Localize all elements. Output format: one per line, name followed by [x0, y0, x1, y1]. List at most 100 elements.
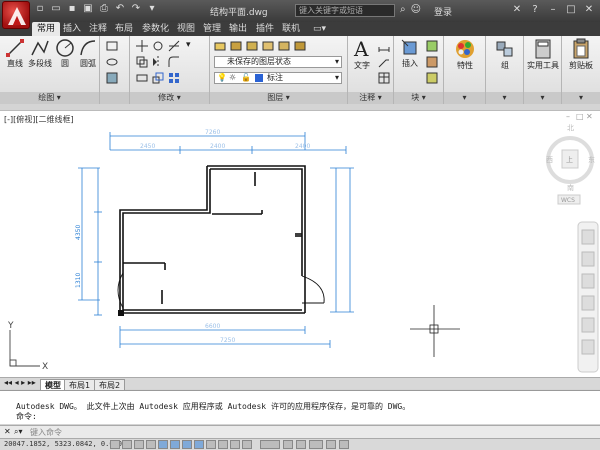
- move-icon[interactable]: [136, 40, 148, 52]
- ribbon-minimize-icon[interactable]: ▭▾: [308, 22, 331, 36]
- annotation-scale-button[interactable]: [309, 440, 323, 449]
- model-space-button[interactable]: [260, 440, 280, 449]
- tab-manage[interactable]: 管理: [198, 22, 226, 36]
- login-link[interactable]: 登录: [434, 5, 452, 18]
- layer-isolate-icon[interactable]: [246, 40, 258, 52]
- undo-icon[interactable]: ↶: [114, 3, 126, 15]
- fillet-icon[interactable]: [168, 56, 180, 68]
- minimize-icon[interactable]: –: [546, 3, 560, 16]
- rotate-icon[interactable]: [152, 40, 164, 52]
- viewcube[interactable]: 上 北 西 东 南 WCS: [546, 124, 595, 205]
- properties-panel-title[interactable]: ▾: [444, 92, 485, 104]
- close-icon[interactable]: ✕: [582, 3, 596, 16]
- lineweight-toggle[interactable]: [230, 440, 240, 449]
- edit-block-icon[interactable]: [426, 56, 438, 68]
- tab-nav-arrows-icon[interactable]: ◂◂ ◂ ▸ ▸▸: [4, 378, 36, 387]
- polar-toggle[interactable]: [158, 440, 168, 449]
- utilities-tool[interactable]: 实用工具: [524, 38, 562, 71]
- annotation-panel-title[interactable]: 注释 ▾: [348, 92, 393, 104]
- modify-panel-title[interactable]: 修改 ▾: [130, 92, 209, 104]
- scale-icon[interactable]: [152, 72, 164, 84]
- properties-tool[interactable]: 特性: [450, 38, 480, 71]
- quick-view-layouts-button[interactable]: [283, 440, 293, 449]
- 3d-osnap-toggle[interactable]: [182, 440, 192, 449]
- arc-tool[interactable]: 圆弧: [78, 38, 98, 69]
- help-search-input[interactable]: 键入关键字或短语: [295, 4, 395, 17]
- utilities-panel-title[interactable]: ▾: [524, 92, 561, 104]
- exchange-icon[interactable]: ✕: [510, 3, 524, 16]
- plot-icon[interactable]: ⎙: [98, 3, 110, 15]
- hatch-icon[interactable]: [106, 72, 118, 84]
- dyn-toggle[interactable]: [218, 440, 228, 449]
- dimension-icon[interactable]: [378, 40, 390, 52]
- tab-online[interactable]: 联机: [277, 22, 305, 36]
- layer-properties-icon[interactable]: [214, 40, 226, 52]
- user-icon[interactable]: ☺: [411, 4, 421, 15]
- tab-output[interactable]: 输出: [224, 22, 252, 36]
- maximize-icon[interactable]: □: [564, 3, 578, 16]
- quick-view-drawings-button[interactable]: [296, 440, 306, 449]
- block-panel-title[interactable]: 块 ▾: [394, 92, 443, 104]
- tab-home[interactable]: 常用: [32, 22, 61, 36]
- trim-icon[interactable]: [168, 40, 180, 52]
- ducs-toggle[interactable]: [206, 440, 216, 449]
- search-icon[interactable]: ⌕: [400, 4, 406, 15]
- modify-dropdown-icon[interactable]: ▾: [186, 40, 198, 52]
- layer-off-icon[interactable]: [278, 40, 290, 52]
- open-file-icon[interactable]: ▭: [50, 3, 62, 15]
- block-attributes-icon[interactable]: [426, 72, 438, 84]
- tab-insert[interactable]: 插入: [58, 22, 86, 36]
- snap-toggle[interactable]: [122, 440, 132, 449]
- close-command-icon[interactable]: ✕: [4, 427, 11, 436]
- infer-constraints-toggle[interactable]: [110, 440, 120, 449]
- transparency-toggle[interactable]: [242, 440, 252, 449]
- clipboard-tool[interactable]: 剪贴板: [562, 38, 600, 71]
- application-menu-button[interactable]: [2, 1, 30, 29]
- grid-toggle[interactable]: [134, 440, 144, 449]
- current-layer-dropdown[interactable]: 💡 ☼ 🔓 标注 ▾: [214, 72, 342, 84]
- line-tool[interactable]: 直线: [4, 38, 26, 69]
- layer-freeze-icon[interactable]: [262, 40, 274, 52]
- layers-panel-title[interactable]: 图层 ▾: [210, 92, 347, 104]
- floor-plan-drawing[interactable]: 7260 2450 2400 2400 6600 7250 4350 1310: [0, 110, 600, 378]
- save-icon[interactable]: ▪: [66, 3, 78, 15]
- redo-icon[interactable]: ↷: [130, 3, 142, 15]
- help-icon[interactable]: ?: [528, 3, 542, 16]
- table-icon[interactable]: [378, 72, 390, 84]
- ortho-toggle[interactable]: [146, 440, 156, 449]
- insert-block-tool[interactable]: 插入: [398, 38, 422, 69]
- copy-icon[interactable]: [136, 56, 148, 68]
- tab-view[interactable]: 视图: [172, 22, 200, 36]
- navigation-bar[interactable]: [577, 221, 599, 373]
- array-icon[interactable]: [168, 72, 180, 84]
- layer-state-dropdown[interactable]: 未保存的图层状态 ▾: [214, 56, 342, 68]
- draw-panel-title[interactable]: 绘图 ▾: [0, 92, 99, 104]
- text-tool[interactable]: A 文字: [350, 38, 374, 71]
- circle-tool[interactable]: 圆: [55, 38, 75, 69]
- new-file-icon[interactable]: ▫: [34, 3, 46, 15]
- tab-parametric[interactable]: 参数化: [137, 22, 174, 36]
- command-input[interactable]: 键入命令: [30, 427, 330, 438]
- group-tool[interactable]: 组: [492, 38, 518, 71]
- command-search-icon[interactable]: ⌕▾: [14, 427, 23, 437]
- tab-annotate[interactable]: 注释: [84, 22, 112, 36]
- stretch-icon[interactable]: [136, 72, 148, 84]
- osnap-toggle[interactable]: [170, 440, 180, 449]
- layer-lock-icon[interactable]: [294, 40, 306, 52]
- ellipse-icon[interactable]: [106, 56, 118, 68]
- tab-plugins[interactable]: 插件: [251, 22, 279, 36]
- tab-layout1[interactable]: 布局1: [64, 379, 96, 390]
- clipboard-panel-title[interactable]: ▾: [562, 92, 600, 104]
- lock-toolbar-button[interactable]: [339, 440, 349, 449]
- layer-state-icon[interactable]: [230, 40, 242, 52]
- save-as-icon[interactable]: ▣: [82, 3, 94, 15]
- tab-model[interactable]: 模型: [40, 379, 66, 390]
- group-panel-title[interactable]: ▾: [486, 92, 523, 104]
- tab-layout[interactable]: 布局: [110, 22, 138, 36]
- rectangle-icon[interactable]: [106, 40, 118, 52]
- workspace-switching-button[interactable]: [326, 440, 336, 449]
- create-block-icon[interactable]: [426, 40, 438, 52]
- otrack-toggle[interactable]: [194, 440, 204, 449]
- mirror-icon[interactable]: [152, 56, 164, 68]
- qat-dropdown-icon[interactable]: ▾: [146, 3, 158, 15]
